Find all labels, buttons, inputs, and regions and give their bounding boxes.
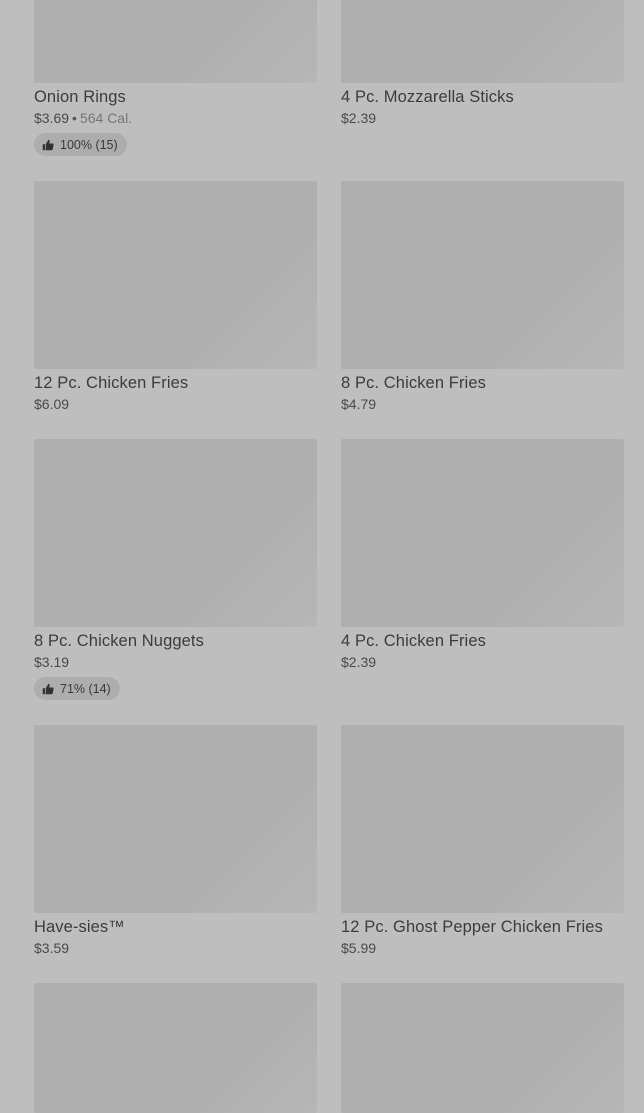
rating-text: 71% (14) [60, 681, 111, 696]
menu-item-card[interactable] [341, 983, 624, 1113]
menu-item-image[interactable] [341, 0, 624, 83]
menu-item-price: $3.19 [34, 654, 70, 670]
menu-item-calories: 564 Cal. [79, 110, 133, 126]
menu-item-image[interactable] [341, 181, 624, 369]
menu-item-price: $4.79 [341, 396, 377, 412]
rating-text: 100% (15) [60, 137, 118, 152]
menu-item-name: 12 Pc. Ghost Pepper Chicken Fries [341, 918, 603, 936]
menu-item-name: 8 Pc. Chicken Nuggets [34, 632, 204, 650]
menu-item-card[interactable]: Have-sies™ $3.59 [34, 725, 317, 957]
rating-badge: 100% (15) [34, 133, 127, 156]
menu-item-image[interactable] [34, 0, 317, 83]
menu-item-price: $3.59 [34, 940, 70, 956]
menu-item-price: $2.39 [341, 654, 377, 670]
menu-item-name: Onion Rings [34, 88, 126, 106]
menu-item-name: 12 Pc. Chicken Fries [34, 374, 189, 392]
menu-item-name: 4 Pc. Chicken Fries [341, 632, 486, 650]
menu-item-price: $5.99 [341, 940, 377, 956]
menu-item-name: 4 Pc. Mozzarella Sticks [341, 88, 514, 106]
menu-item-price: $3.69 [34, 110, 70, 126]
menu-item-price: $2.39 [341, 110, 377, 126]
menu-item-image[interactable] [34, 439, 317, 627]
menu-item-card[interactable]: 4 Pc. Mozzarella Sticks $2.39 [341, 0, 624, 127]
rating-badge: 71% (14) [34, 677, 120, 700]
menu-item-card[interactable]: 4 Pc. Chicken Fries $2.39 [341, 439, 624, 671]
menu-item-card[interactable]: 12 Pc. Chicken Fries $6.09 [34, 181, 317, 413]
menu-item-card[interactable]: 12 Pc. Ghost Pepper Chicken Fries $5.99 [341, 725, 624, 957]
menu-item-image[interactable] [341, 983, 624, 1113]
menu-item-name: Have-sies™ [34, 918, 125, 936]
thumbs-up-icon [42, 139, 54, 150]
menu-item-grid: Onion Rings $3.69 • 564 Cal. 100% (15) 4 P… [0, 0, 644, 1113]
menu-item-image[interactable] [34, 983, 317, 1113]
menu-item-name: 8 Pc. Chicken Fries [341, 374, 486, 392]
menu-item-card[interactable]: 8 Pc. Chicken Nuggets $3.19 71% (14) [34, 439, 317, 700]
menu-item-card[interactable] [34, 983, 317, 1113]
separator-dot: • [72, 110, 77, 126]
menu-item-image[interactable] [34, 725, 317, 913]
menu-item-image[interactable] [34, 181, 317, 369]
thumbs-up-icon [42, 683, 54, 694]
menu-item-image[interactable] [341, 439, 624, 627]
menu-item-image[interactable] [341, 725, 624, 913]
menu-item-card[interactable]: Onion Rings $3.69 • 564 Cal. 100% (15) [34, 0, 317, 156]
menu-item-price: $6.09 [34, 396, 70, 412]
menu-item-card[interactable]: 8 Pc. Chicken Fries $4.79 [341, 181, 624, 413]
menu-item-price-line: $3.69 • 564 Cal. [34, 110, 317, 127]
